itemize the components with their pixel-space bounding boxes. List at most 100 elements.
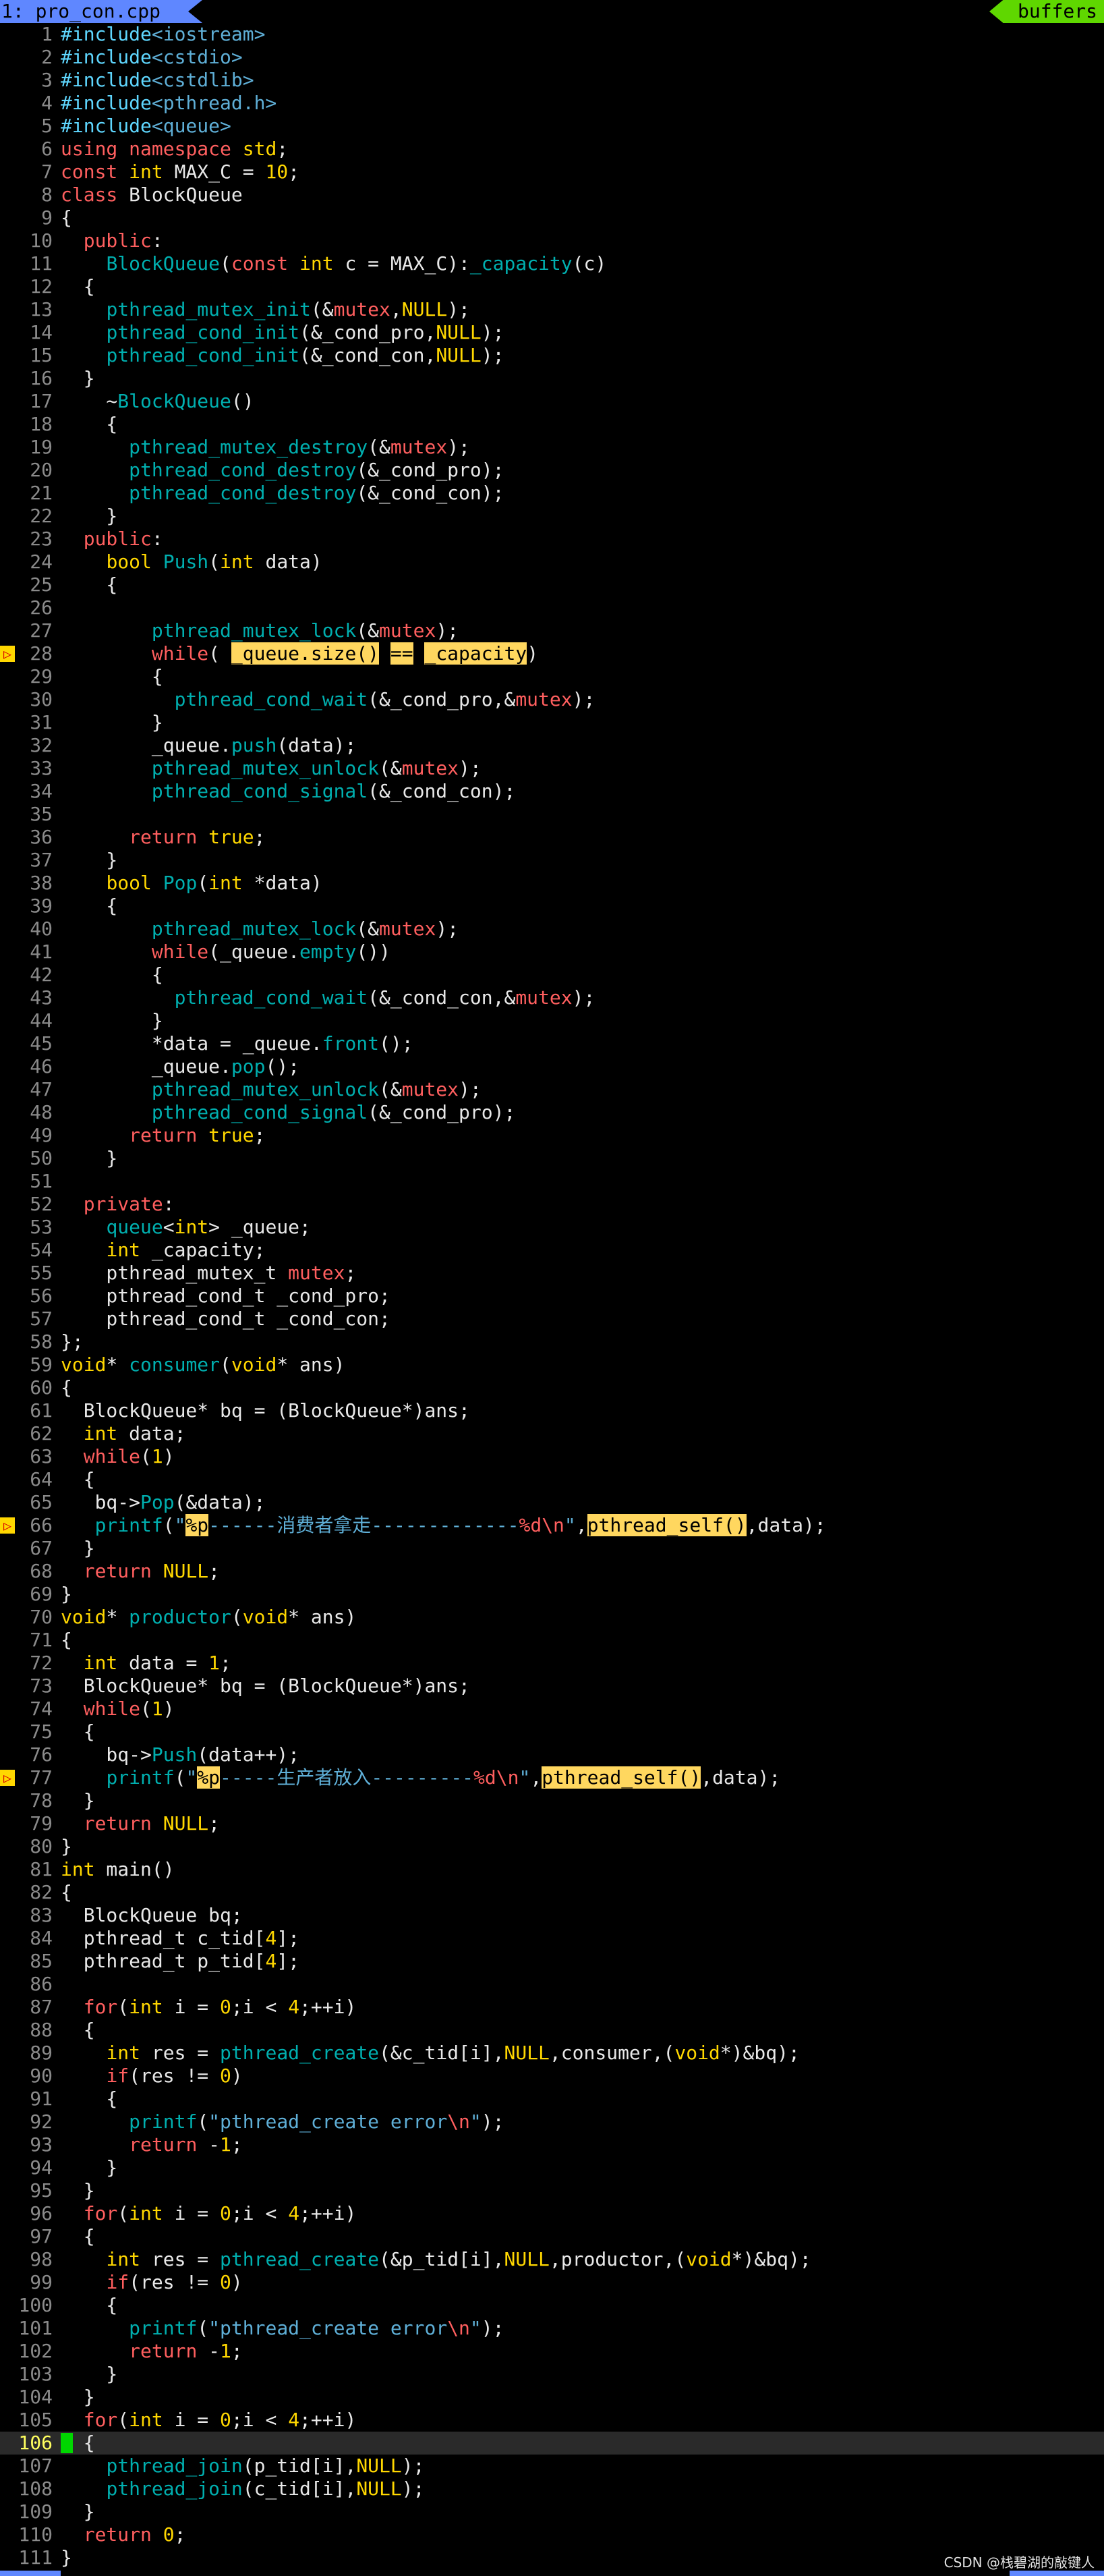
code-line[interactable]: 51 [0,1170,1104,1193]
code-line[interactable]: 58}; [0,1331,1104,1353]
code-line[interactable]: 65 bq->Pop(&data); [0,1491,1104,1514]
code-line[interactable]: 63 while(1) [0,1445,1104,1468]
code-line[interactable]: 25 { [0,573,1104,596]
code-line[interactable]: 15 pthread_cond_init(&_cond_con,NULL); [0,344,1104,367]
tab-pro-con-cpp[interactable]: 1: pro_con.cpp [0,0,202,23]
code-line[interactable]: 5 #include<queue> [0,115,1104,138]
code-line[interactable]: 26 [0,596,1104,619]
code-line[interactable]: 76 bq->Push(data++); [0,1743,1104,1766]
code-line[interactable]: 30 pthread_cond_wait(&_cond_pro,&mutex); [0,688,1104,711]
code-line[interactable]: 42 { [0,963,1104,986]
code-line[interactable]: 59 void* consumer(void* ans) [0,1353,1104,1376]
code-line[interactable]: 91 { [0,2088,1104,2110]
code-line[interactable]: 17 ~BlockQueue() [0,390,1104,413]
code-line[interactable]: 1 #include<iostream> [0,23,1104,46]
buffers-label[interactable]: buffers [989,0,1104,23]
code-line[interactable]: 104 } [0,2386,1104,2409]
code-line[interactable]: 89 int res = pthread_create(&c_tid[i],NU… [0,2042,1104,2065]
code-line[interactable]: 13 pthread_mutex_init(&mutex,NULL); [0,298,1104,321]
code-line[interactable]: 78 } [0,1789,1104,1812]
code-line[interactable]: 60 { [0,1376,1104,1399]
code-line[interactable]: 50 } [0,1147,1104,1170]
code-line[interactable]: 33 pthread_mutex_unlock(&mutex); [0,757,1104,780]
code-line[interactable]: 94 } [0,2156,1104,2179]
code-line[interactable]: 29 { [0,665,1104,688]
code-line[interactable]: 23 public: [0,528,1104,551]
code-line[interactable]: 86 [0,1973,1104,1996]
code-line[interactable]: 3 #include<cstdlib> [0,69,1104,92]
code-line[interactable]: 8 class BlockQueue [0,184,1104,206]
code-line[interactable]: 9{ [0,206,1104,229]
code-line[interactable]: 109 } [0,2500,1104,2523]
code-line[interactable]: 96 for(int i = 0;i < 4;++i) [0,2202,1104,2225]
code-line[interactable]: 31 } [0,711,1104,734]
code-line[interactable]: 79 return NULL; [0,1812,1104,1835]
code-editor[interactable]: 1 #include<iostream> 2 #include<cstdio> 3 #in… [0,23,1104,2569]
code-line[interactable]: 88 { [0,2019,1104,2042]
code-line[interactable]: 19 pthread_mutex_destroy(&mutex); [0,436,1104,459]
code-line[interactable]: 14 pthread_cond_init(&_cond_pro,NULL); [0,321,1104,344]
code-line[interactable]: 101 printf("pthread_create error\n"); [0,2317,1104,2340]
code-line[interactable]: 100 { [0,2294,1104,2317]
code-line[interactable]: 82 { [0,1881,1104,1904]
code-line[interactable]: 77 ▷ printf("%p-----生产者放入---------%d\n",p… [0,1766,1104,1789]
code-line[interactable]: 84 pthread_t c_tid[4]; [0,1927,1104,1950]
code-line[interactable]: 106 { [0,2432,1104,2455]
code-line[interactable]: 20 pthread_cond_destroy(&_cond_pro); [0,459,1104,482]
code-line[interactable]: 105 for(int i = 0;i < 4;++i) [0,2409,1104,2432]
code-line[interactable]: 110 return 0; [0,2523,1104,2546]
code-line[interactable]: 27 pthread_mutex_lock(&mutex); [0,619,1104,642]
code-line[interactable]: 62 int data; [0,1422,1104,1445]
code-line[interactable]: 28 ▷ while( _queue.size() == _capacity) [0,642,1104,665]
code-line[interactable]: 64 { [0,1468,1104,1491]
code-line[interactable]: 49 return true; [0,1124,1104,1147]
code-line[interactable]: 39 { [0,895,1104,918]
code-line[interactable]: 38 bool Pop(int *data) [0,872,1104,895]
code-line[interactable]: 55 pthread_mutex_t mutex; [0,1262,1104,1285]
code-line[interactable]: 97 { [0,2225,1104,2248]
code-line[interactable]: 45 *data = _queue.front(); [0,1032,1104,1055]
code-line[interactable]: 18 { [0,413,1104,436]
code-line[interactable]: 68 return NULL; [0,1560,1104,1583]
code-line[interactable]: 48 pthread_cond_signal(&_cond_pro); [0,1101,1104,1124]
code-line[interactable]: 111} [0,2546,1104,2569]
code-line[interactable]: 69} [0,1583,1104,1606]
code-line[interactable]: 54 int _capacity; [0,1239,1104,1262]
code-line[interactable]: 35 [0,803,1104,826]
code-line[interactable]: 16 } [0,367,1104,390]
code-line[interactable]: 57 pthread_cond_t _cond_con; [0,1308,1104,1331]
code-line[interactable]: 24 bool Push(int data) [0,551,1104,573]
code-line[interactable]: 46 _queue.pop(); [0,1055,1104,1078]
code-line[interactable]: 4 #include<pthread.h> [0,92,1104,115]
code-line[interactable]: 98 int res = pthread_create(&p_tid[i],NU… [0,2248,1104,2271]
code-line[interactable]: 61 BlockQueue* bq = (BlockQueue*)ans; [0,1399,1104,1422]
code-line[interactable]: 21 pthread_cond_destroy(&_cond_con); [0,482,1104,505]
code-line[interactable]: 7 const int MAX_C = 10; [0,161,1104,184]
code-line[interactable]: 70 void* productor(void* ans) [0,1606,1104,1629]
code-line[interactable]: 56 pthread_cond_t _cond_pro; [0,1285,1104,1308]
code-line[interactable]: 22 } [0,505,1104,528]
code-line[interactable]: 93 return -1; [0,2133,1104,2156]
code-line[interactable]: 103 } [0,2363,1104,2386]
code-line[interactable]: 74 while(1) [0,1698,1104,1720]
code-line[interactable]: 85 pthread_t p_tid[4]; [0,1950,1104,1973]
code-line[interactable]: 12 { [0,275,1104,298]
code-line[interactable]: 80} [0,1835,1104,1858]
code-line[interactable]: 44 } [0,1009,1104,1032]
code-line[interactable]: 81 int main() [0,1858,1104,1881]
code-line[interactable]: 47 pthread_mutex_unlock(&mutex); [0,1078,1104,1101]
code-line[interactable]: 11 BlockQueue(const int c = MAX_C):_capa… [0,252,1104,275]
code-line[interactable]: 87 for(int i = 0;i < 4;++i) [0,1996,1104,2019]
code-line[interactable]: 73 BlockQueue* bq = (BlockQueue*)ans; [0,1675,1104,1698]
code-line[interactable]: 67 } [0,1537,1104,1560]
code-line[interactable]: 99 if(res != 0) [0,2271,1104,2294]
code-line[interactable]: 107 pthread_join(p_tid[i],NULL); [0,2455,1104,2477]
code-line[interactable]: 71 { [0,1629,1104,1652]
code-line[interactable]: 6 using namespace std; [0,138,1104,161]
code-line[interactable]: 10 public: [0,229,1104,252]
code-line[interactable]: 53 queue<int> _queue; [0,1216,1104,1239]
code-line[interactable]: 37 } [0,849,1104,872]
code-line[interactable]: 66 ▷ printf("%p------消费者拿走-------------%d… [0,1514,1104,1537]
code-line[interactable]: 43 pthread_cond_wait(&_cond_con,&mutex); [0,986,1104,1009]
code-line[interactable]: 95 } [0,2179,1104,2202]
